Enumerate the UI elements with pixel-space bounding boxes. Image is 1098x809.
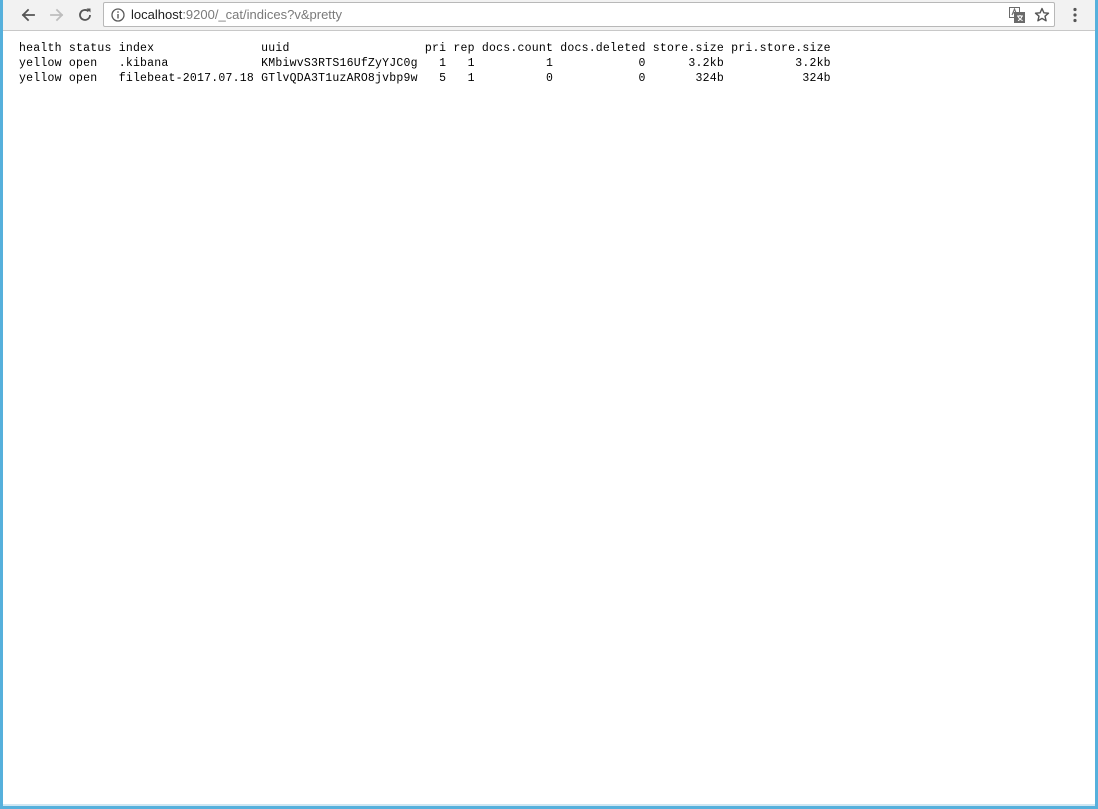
star-icon	[1034, 7, 1050, 22]
translate-icon	[1009, 7, 1025, 23]
reload-icon	[79, 8, 91, 21]
forward-button[interactable]	[45, 3, 69, 27]
arrow-left-icon	[21, 8, 35, 22]
kebab-menu-icon	[1073, 7, 1077, 23]
info-icon[interactable]	[111, 8, 125, 22]
url-text[interactable]: localhost:9200/_cat/indices?v&pretty	[131, 6, 342, 24]
url-path: :9200/_cat/indices?v&pretty	[182, 7, 343, 22]
page-content: health status index uuid pri rep docs.co…	[3, 31, 1095, 804]
browser-toolbar: localhost:9200/_cat/indices?v&pretty	[3, 0, 1095, 31]
url-host: localhost	[131, 7, 183, 22]
address-bar[interactable]: localhost:9200/_cat/indices?v&pretty	[103, 2, 1055, 27]
browser-menu-button[interactable]	[1066, 4, 1084, 26]
cat-index-row: yellow open .kibana KMbiwvS3RTS16UfZyYJC…	[19, 57, 831, 70]
browser-window: localhost:9200/_cat/indices?v&pretty hea…	[0, 0, 1098, 809]
window-bottom-edge	[3, 804, 1095, 806]
reload-button[interactable]	[73, 3, 97, 27]
bookmark-star-button[interactable]	[1034, 7, 1050, 23]
cat-header-row: health status index uuid pri rep docs.co…	[19, 42, 831, 55]
back-button[interactable]	[16, 3, 40, 27]
cat-index-row: yellow open filebeat-2017.07.18 GTlvQDA3…	[19, 72, 831, 85]
cat-indices-output: health status index uuid pri rep docs.co…	[19, 41, 831, 86]
translate-button[interactable]	[1009, 7, 1025, 23]
arrow-right-icon	[50, 8, 64, 22]
